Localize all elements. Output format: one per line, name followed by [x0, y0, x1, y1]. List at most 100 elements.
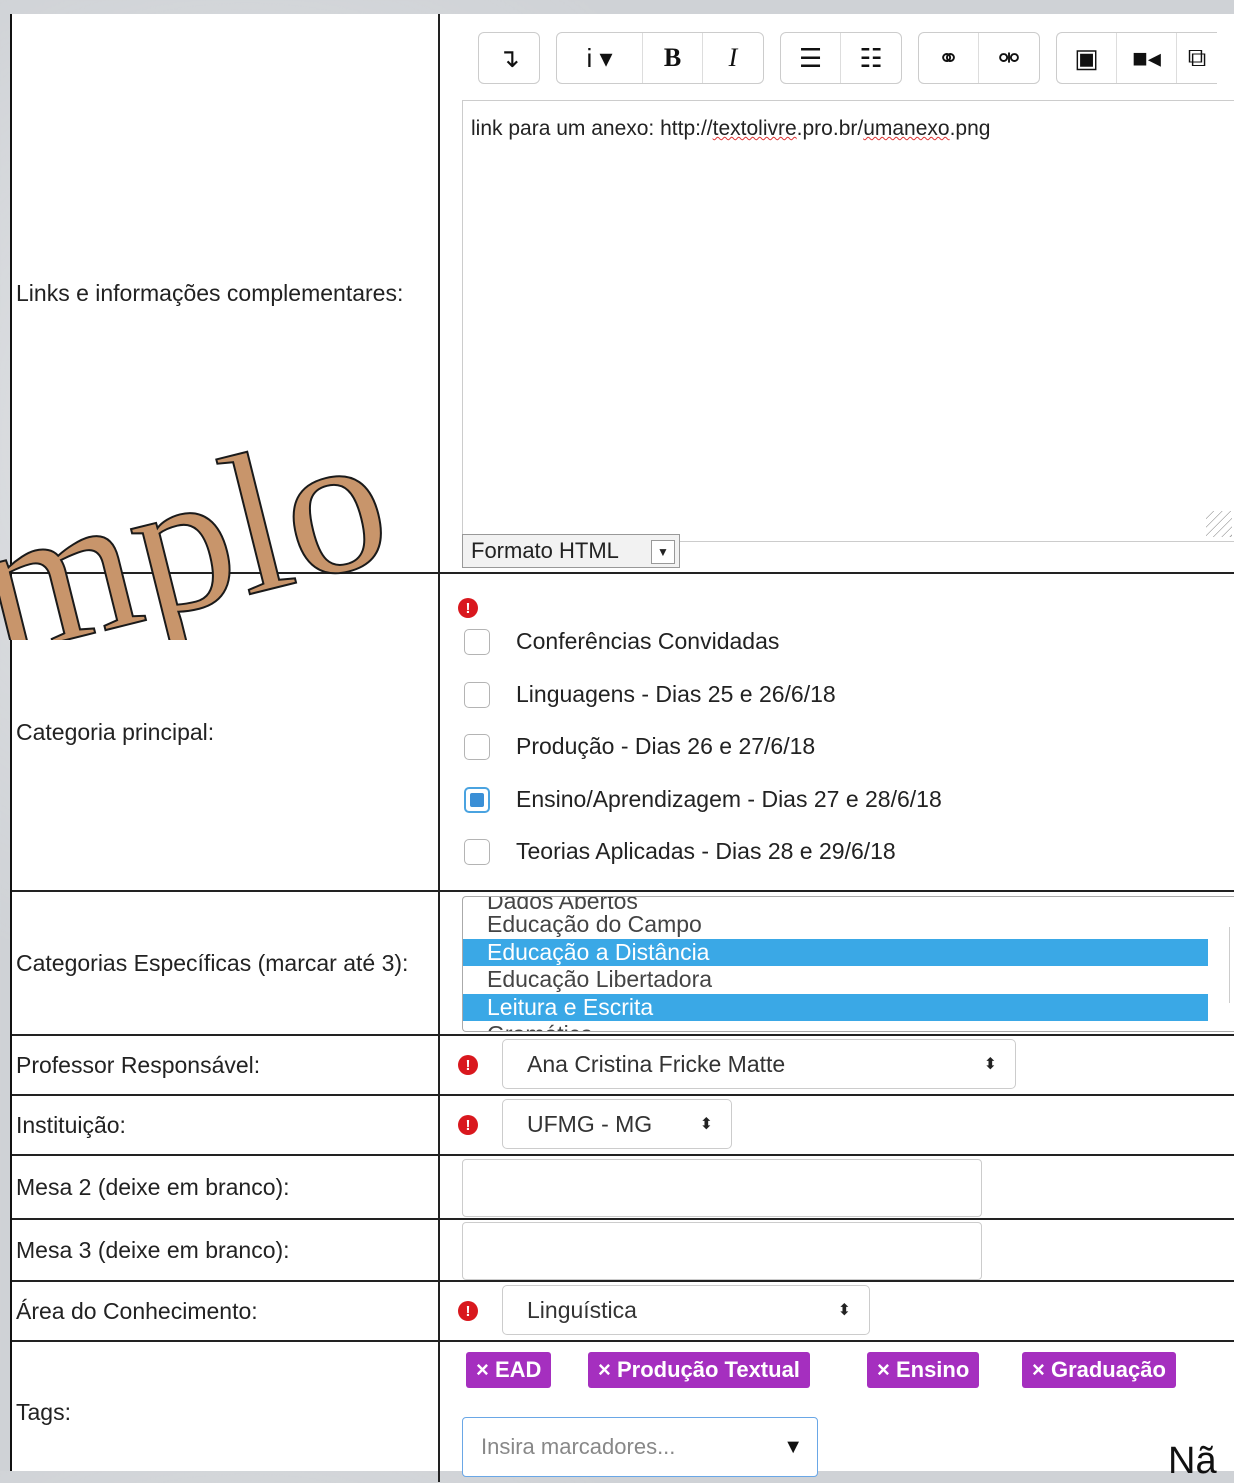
tag-chip[interactable]: × Ensino — [867, 1352, 980, 1388]
video-icon[interactable]: ■◂ — [1117, 33, 1177, 83]
tags-input[interactable]: Insira marcadores... ▼ — [462, 1417, 818, 1477]
editor-toolbar: ↴ i ▾ B I ☰ ☷ ⚭ ⚮ ▣ ■◂ ⧉ — [478, 32, 1217, 84]
specific-field: Dados Abertos Educação do Campo Educação… — [442, 892, 1234, 1034]
institution-label: Instituição: — [12, 1096, 440, 1154]
italic-icon[interactable]: I — [703, 33, 763, 83]
tags-label: Tags: — [12, 1342, 440, 1482]
toolbar-group-links: ⚭ ⚮ — [918, 32, 1040, 84]
links-row: Links e informações complementares: ↴ i … — [12, 14, 1234, 574]
tags-row: Tags: × EAD × Produção Textual × Ensino … — [12, 1342, 1234, 1482]
institution-field: ! UFMG - MG ⬍ — [442, 1096, 1234, 1154]
required-icon: ! — [458, 1301, 478, 1321]
links-field: ↴ i ▾ B I ☰ ☷ ⚭ ⚮ ▣ ■◂ ⧉ link para um an… — [442, 14, 1234, 572]
bullet-list-icon[interactable]: ☰ — [781, 33, 841, 83]
category-option[interactable]: Produção - Dias 26 e 27/6/18 — [464, 733, 815, 760]
mesa2-label: Mesa 2 (deixe em branco): — [12, 1156, 440, 1218]
format-select-label: Formato HTML — [471, 538, 619, 563]
mesa2-input[interactable] — [462, 1159, 982, 1217]
toolbar-group-lists: ☰ ☷ — [780, 32, 902, 84]
category-option-label: Linguagens - Dias 25 e 26/6/18 — [516, 681, 836, 707]
mesa3-field — [442, 1220, 1234, 1280]
sort-arrows-icon: ⬍ — [983, 1056, 997, 1073]
list-option[interactable]: Educação Libertadora — [463, 966, 1234, 994]
area-select[interactable]: Linguística ⬍ — [502, 1285, 870, 1335]
category-option[interactable]: Linguagens - Dias 25 e 26/6/18 — [464, 681, 836, 708]
specific-row: Categorias Específicas (marcar até 3): D… — [12, 892, 1234, 1036]
professor-row: Professor Responsável: ! Ana Cristina Fr… — [12, 1036, 1234, 1096]
unlink-icon[interactable]: ⚮ — [979, 33, 1039, 83]
tag-chip[interactable]: × Produção Textual — [588, 1352, 810, 1388]
bold-icon[interactable]: B — [643, 33, 703, 83]
category-option[interactable]: Ensino/Aprendizagem - Dias 27 e 28/6/18 — [464, 786, 942, 813]
chevron-down-icon: ▼ — [651, 540, 675, 564]
editor-text-prefix: link para um anexo: http:// — [471, 117, 713, 140]
list-option[interactable]: Dados Abertos — [463, 897, 1234, 911]
required-icon: ! — [458, 1115, 478, 1135]
category-field: ! Conferências Convidadas Linguagens - D… — [442, 574, 1234, 890]
list-option[interactable]: Gramática — [463, 1021, 1234, 1031]
editor-text-word2: umanexo — [863, 117, 950, 140]
tag-chip[interactable]: × EAD — [466, 1352, 552, 1388]
toolbar-group-media: ▣ ■◂ ⧉ — [1056, 32, 1217, 84]
mesa2-row: Mesa 2 (deixe em branco): — [12, 1156, 1234, 1220]
mesa3-input[interactable] — [462, 1222, 982, 1280]
list-option[interactable]: Educação do Campo — [463, 911, 1234, 939]
professor-label: Professor Responsável: — [12, 1036, 440, 1094]
sort-arrows-icon: ⬍ — [837, 1302, 851, 1319]
resize-handle[interactable] — [1206, 511, 1232, 537]
list-option-selected[interactable]: Leitura e Escrita — [463, 993, 1208, 1021]
bottom-text-fragment: Nã — [1168, 1440, 1217, 1482]
mesa2-field — [442, 1156, 1234, 1218]
checkbox[interactable] — [464, 681, 490, 708]
form-sheet: Links e informações complementares: ↴ i … — [10, 14, 1234, 1482]
editor-text-suffix: .png — [949, 117, 991, 140]
listbox-scrollbar[interactable] — [1229, 927, 1234, 1003]
numbered-list-icon[interactable]: ☷ — [841, 33, 901, 83]
caret-down-icon: ▼ — [783, 1435, 803, 1458]
professor-select-value: Ana Cristina Fricke Matte — [527, 1050, 786, 1077]
specific-listbox[interactable]: Dados Abertos Educação do Campo Educação… — [462, 896, 1234, 1032]
area-select-value: Linguística — [527, 1296, 637, 1323]
info-dropdown-icon[interactable]: i ▾ — [557, 33, 643, 83]
copy-icon[interactable]: ⧉ — [1177, 33, 1217, 83]
institution-select[interactable]: UFMG - MG ⬍ — [502, 1099, 732, 1149]
toolbar-group-format: i ▾ B I — [556, 32, 764, 84]
link-icon[interactable]: ⚭ — [919, 33, 979, 83]
tags-field: × EAD × Produção Textual × Ensino × Grad… — [442, 1342, 1234, 1482]
toolbar-group-paragraph: ↴ — [478, 32, 540, 84]
tags-input-placeholder: Insira marcadores... — [481, 1434, 676, 1459]
checkbox[interactable] — [464, 838, 490, 865]
area-label: Área do Conhecimento: — [12, 1282, 440, 1340]
professor-field: ! Ana Cristina Fricke Matte ⬍ — [442, 1036, 1234, 1094]
checkbox-checked[interactable] — [464, 786, 490, 813]
mesa3-label: Mesa 3 (deixe em branco): — [12, 1220, 440, 1280]
institution-row: Instituição: ! UFMG - MG ⬍ — [12, 1096, 1234, 1156]
checkbox[interactable] — [464, 733, 490, 760]
links-label: Links e informações complementares: — [12, 14, 440, 572]
editor-text-mid: .pro.br/ — [796, 117, 864, 140]
category-option-label: Ensino/Aprendizagem - Dias 27 e 28/6/18 — [516, 786, 942, 812]
category-row: Categoria principal: ! Conferências Conv… — [12, 574, 1234, 892]
editor-textarea[interactable]: link para um anexo: http://textolivre.pr… — [462, 100, 1234, 542]
category-label: Categoria principal: — [12, 574, 440, 890]
category-option-label: Produção - Dias 26 e 27/6/18 — [516, 733, 816, 759]
professor-select[interactable]: Ana Cristina Fricke Matte ⬍ — [502, 1039, 1016, 1089]
category-option[interactable]: Teorias Aplicadas - Dias 28 e 29/6/18 — [464, 838, 896, 865]
category-option-label: Teorias Aplicadas - Dias 28 e 29/6/18 — [516, 838, 896, 864]
editor-content: link para um anexo: http://textolivre.pr… — [471, 117, 990, 141]
specific-label: Categorias Específicas (marcar até 3): — [12, 892, 440, 1034]
tag-chip[interactable]: × Graduação — [1022, 1352, 1176, 1388]
required-icon: ! — [458, 598, 478, 618]
list-option-selected[interactable]: Educação a Distância — [463, 938, 1208, 966]
paragraph-icon[interactable]: ↴ — [479, 33, 539, 83]
checkbox[interactable] — [464, 628, 490, 655]
editor-text-word1: textolivre — [712, 117, 797, 140]
category-option-label: Conferências Convidadas — [516, 628, 780, 654]
category-option[interactable]: Conferências Convidadas — [464, 628, 779, 655]
format-select[interactable]: Formato HTML ▼ — [462, 534, 680, 568]
image-icon[interactable]: ▣ — [1057, 33, 1117, 83]
mesa3-row: Mesa 3 (deixe em branco): — [12, 1220, 1234, 1282]
sort-arrows-icon: ⬍ — [699, 1116, 713, 1133]
required-icon: ! — [458, 1055, 478, 1075]
institution-select-value: UFMG - MG — [527, 1110, 653, 1137]
